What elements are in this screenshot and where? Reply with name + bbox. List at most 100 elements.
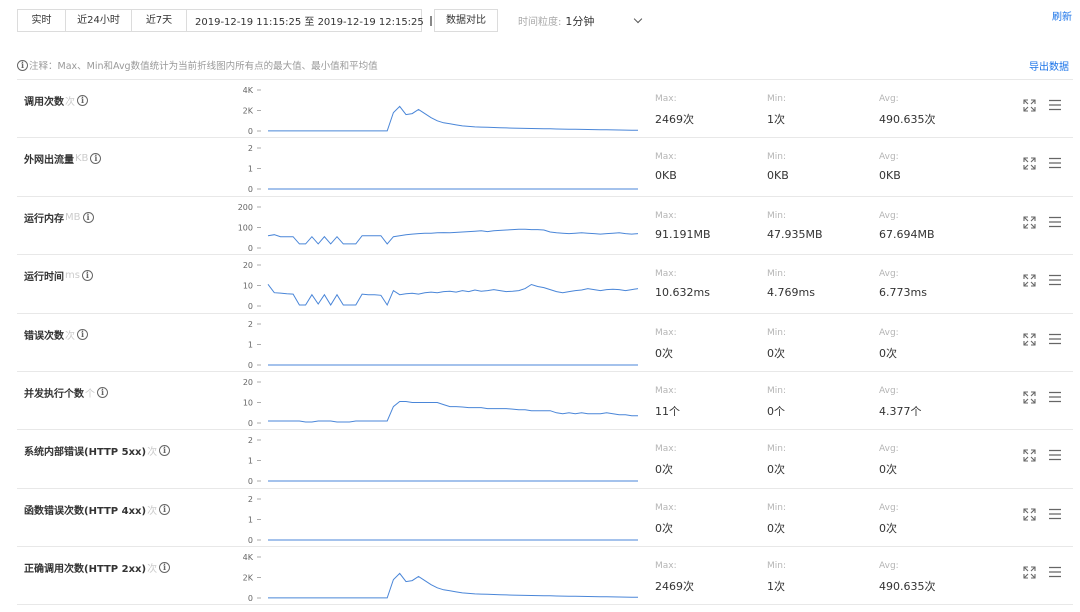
- stat-avg: Avg: 4.377个: [879, 386, 922, 419]
- stat-max-value: 2469次: [655, 113, 694, 126]
- y-tick-label: 10: [243, 398, 253, 407]
- metric-title: 错误次数次 i: [24, 327, 89, 342]
- stat-min-value: 47.935MB: [767, 227, 823, 241]
- expand-icon[interactable]: [1023, 566, 1036, 579]
- info-icon[interactable]: i: [77, 95, 88, 106]
- expand-icon[interactable]: [1023, 216, 1036, 229]
- calendar-icon: [429, 15, 432, 26]
- chevron-down-icon: [634, 14, 643, 24]
- series-line: [268, 400, 638, 423]
- stat-max-label: Max:: [655, 502, 677, 513]
- y-tick-label: 1: [248, 515, 253, 524]
- stat-max: Max: 0次: [655, 328, 677, 361]
- stat-avg-label: Avg:: [879, 152, 899, 163]
- expand-icon[interactable]: [1023, 333, 1036, 346]
- metric-unit: 次: [65, 97, 75, 108]
- stat-avg: Avg: 0次: [879, 444, 899, 477]
- menu-icon[interactable]: [1049, 508, 1061, 520]
- stat-avg-label: Avg:: [879, 502, 899, 513]
- stat-min-label: Min:: [767, 502, 787, 513]
- menu-icon[interactable]: [1049, 333, 1061, 345]
- menu-icon[interactable]: [1049, 274, 1061, 286]
- metric-row: 系统内部错误(HTTP 5xx) 次 i 2 1 0 Max: 0次 Min: 0次 Avg: 0次: [17, 429, 1073, 487]
- stat-min: Min: 0次: [767, 328, 786, 361]
- stat-min-label: Min:: [767, 385, 787, 396]
- stat-max-value: 91.191MB: [655, 227, 711, 241]
- refresh-link[interactable]: 刷新: [1052, 8, 1072, 23]
- expand-icon[interactable]: [1023, 391, 1036, 404]
- expand-icon[interactable]: [1023, 99, 1036, 112]
- stat-avg-value: 4.377个: [879, 404, 922, 418]
- y-tick-label: 2K: [243, 107, 254, 116]
- stat-avg: Avg: 490.635次: [879, 561, 936, 594]
- info-icon[interactable]: i: [159, 562, 171, 574]
- metric-title: 运行内存 MB i: [24, 210, 95, 225]
- stat-avg-value: 67.694MB: [879, 227, 935, 241]
- y-tick-label: 1: [248, 340, 253, 349]
- granularity-select[interactable]: 1分钟: [565, 13, 643, 29]
- metric-chart: 4K 2K 0: [243, 553, 639, 603]
- stat-max: Max: 10.632ms: [655, 269, 710, 299]
- stat-max: Max: 91.191MB: [655, 211, 711, 241]
- metric-name: 系统内部错误(HTTP 5xx): [24, 447, 147, 459]
- menu-icon[interactable]: [1049, 216, 1061, 228]
- menu-icon[interactable]: [1049, 157, 1061, 169]
- series-line: [267, 284, 639, 307]
- granularity-value: 1分钟: [565, 14, 595, 28]
- range-button-2[interactable]: 近7天: [132, 10, 186, 31]
- y-tick-label: 0: [248, 419, 253, 428]
- info-icon[interactable]: i: [81, 270, 93, 282]
- stat-min-value: 0次: [767, 346, 785, 360]
- metric-list: 调用次数次 i 4K 2K 0 Max: 2469次 Min: 1次 Avg: 490.635次 外网…: [17, 79, 1073, 605]
- range-button-0[interactable]: 实时: [18, 10, 66, 31]
- stat-max-label: Max:: [655, 152, 677, 163]
- y-tick-label: 20: [243, 261, 253, 270]
- stat-avg-value: 490.635次: [879, 113, 936, 126]
- series-line: [268, 572, 639, 599]
- stat-max-value: 2469次: [655, 580, 694, 594]
- info-icon[interactable]: i: [159, 503, 171, 515]
- stat-avg: Avg: 0次: [879, 328, 899, 361]
- expand-icon[interactable]: [1023, 274, 1036, 287]
- stat-avg-label: Avg:: [879, 327, 899, 338]
- stat-min: Min: 1次: [767, 561, 786, 594]
- y-tick-label: 4K: [243, 553, 254, 562]
- stat-avg-label: Avg:: [879, 444, 899, 455]
- menu-icon[interactable]: [1049, 99, 1061, 111]
- toolbar: 实时 近24小时 近7天 2019-12-19 11:15:25 至 2019-12…: [17, 9, 643, 32]
- y-tick-label: 0: [248, 244, 253, 253]
- stat-avg-label: Avg:: [879, 269, 899, 280]
- stat-avg-value: 0次: [879, 463, 897, 477]
- info-icon[interactable]: i: [77, 328, 88, 340]
- metric-unit: 次: [147, 564, 158, 576]
- date-range-picker[interactable]: 2019-12-19 11:15:25 至 2019-12-19 12:15:2…: [187, 9, 432, 32]
- expand-icon[interactable]: [1023, 157, 1036, 170]
- y-tick-label: 0: [248, 594, 253, 603]
- stat-avg-label: Avg:: [879, 385, 899, 396]
- metric-title: 调用次数次 i: [24, 93, 89, 108]
- range-button-1[interactable]: 近24小时: [66, 10, 132, 31]
- info-icon[interactable]: i: [82, 211, 94, 223]
- metric-name: 函数错误次数(HTTP 4xx): [24, 505, 147, 517]
- expand-icon[interactable]: [1023, 449, 1036, 462]
- metric-chart: 20 10 0: [243, 378, 638, 428]
- menu-icon[interactable]: [1049, 391, 1061, 403]
- menu-icon[interactable]: [1049, 449, 1061, 461]
- metric-title: 运行时间 ms i: [24, 268, 94, 283]
- expand-icon[interactable]: [1023, 508, 1036, 521]
- export-data-link[interactable]: 导出数据: [1029, 58, 1069, 73]
- stat-min-value: 1次: [767, 580, 785, 594]
- date-range-text: 2019-12-19 11:15:25 至 2019-12-19 12:15:2…: [195, 17, 424, 28]
- stat-avg-value: 490.635次: [879, 580, 936, 594]
- metric-unit: MB: [65, 211, 81, 223]
- y-tick-label: 0: [248, 536, 253, 545]
- stat-avg-value: 0KB: [879, 169, 901, 183]
- compare-button[interactable]: 数据对比: [434, 9, 498, 32]
- info-icon[interactable]: i: [159, 445, 171, 457]
- metric-name: 错误次数: [24, 330, 64, 342]
- menu-icon[interactable]: [1049, 566, 1061, 578]
- y-tick-label: 0: [248, 127, 253, 136]
- y-tick-label: 0: [248, 361, 253, 370]
- info-icon[interactable]: i: [90, 153, 102, 165]
- info-icon[interactable]: i: [97, 386, 108, 398]
